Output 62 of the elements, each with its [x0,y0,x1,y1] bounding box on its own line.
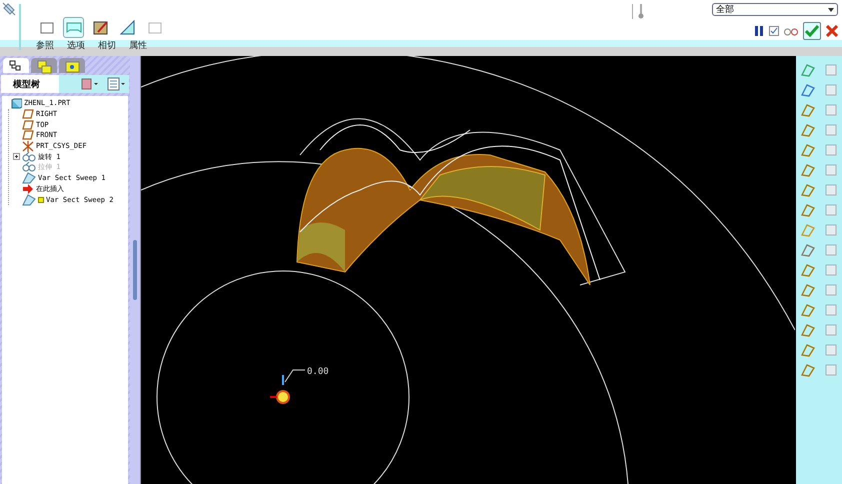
folders-icon [36,58,52,74]
toolbar-tool-icon[interactable] [822,362,838,378]
list-icon[interactable] [107,77,127,91]
navigator-tab[interactable] [3,58,29,73]
expand-icon[interactable] [13,153,20,160]
toolbar-tool-icon[interactable] [800,362,816,378]
toolbar-tool-icon[interactable] [800,282,816,298]
dashboard-tab[interactable]: 相切 [98,39,129,56]
pause-icon[interactable] [755,26,764,36]
toolbar-tool-icon[interactable] [800,302,816,318]
toolbar-tool-icon[interactable] [822,202,838,218]
toolbar-tool-icon[interactable] [822,122,838,138]
cancel-button[interactable] [826,25,838,37]
arrow-icon [22,184,34,194]
plane-icon [22,130,34,140]
dashboard-tab[interactable]: 参照 [36,39,67,56]
toolbar-tool-icon[interactable] [822,162,838,178]
part-icon [11,98,22,109]
toolbar-tool-icon[interactable] [800,182,816,198]
pencil-icon [92,19,109,36]
caret-icon [828,8,834,12]
toolbar-tool-icon[interactable] [800,342,816,358]
toolbar-tool-icon[interactable] [800,222,816,238]
dashboard-tab[interactable]: 属性 [129,39,160,56]
triangle-icon [119,19,136,36]
glasses-icon[interactable] [784,26,798,36]
checkbox-icon[interactable] [769,26,779,36]
revolve-icon [22,162,36,172]
toolbar-tool-icon[interactable] [800,62,816,78]
toolbar-tool-icon[interactable] [822,82,838,98]
toolbar-tool-icon[interactable] [800,122,816,138]
splitter-handle[interactable] [133,240,137,300]
toolbar-tool-icon[interactable] [822,302,838,318]
dashboard-tab[interactable]: 选项 [67,39,98,56]
toolbar-tool-icon[interactable] [822,142,838,158]
toolbar-tool-icon[interactable] [800,82,816,98]
revolve-icon [22,152,36,162]
sweep-icon [22,172,36,184]
toolbar-tool-icon[interactable] [800,242,816,258]
axes-icon [22,140,34,152]
filter-dropdown[interactable]: 全部 [712,3,838,16]
toolbar-tool-icon[interactable] [822,342,838,358]
panel-title: 模型树 [13,78,40,90]
toolbar-tool-icon[interactable] [800,142,816,158]
toolbar-tool-icon[interactable] [822,262,838,278]
toolbar-tool-icon[interactable] [822,282,838,298]
plane-icon [22,120,34,130]
toolbar-tool-icon[interactable] [800,322,816,338]
toolbar-tool-icon[interactable] [822,322,838,338]
toolbar-tool-icon[interactable] [822,222,838,238]
toolbar-tool-icon[interactable] [822,242,838,258]
dimension-label: 0.00 [307,367,329,377]
toolbar-tool-icon[interactable] [800,262,816,278]
plane-icon [22,109,34,120]
toolbar-tool-icon[interactable] [800,102,816,118]
sweep-icon [22,194,36,206]
confirm-button[interactable] [803,22,821,40]
toolbar-tool-icon[interactable] [800,202,816,218]
toolbar-tool-icon[interactable] [800,162,816,178]
toolbar-tool-icon[interactable] [822,102,838,118]
toolbar-tool-icon[interactable] [822,182,838,198]
toolbar-tool-icon[interactable] [822,62,838,78]
